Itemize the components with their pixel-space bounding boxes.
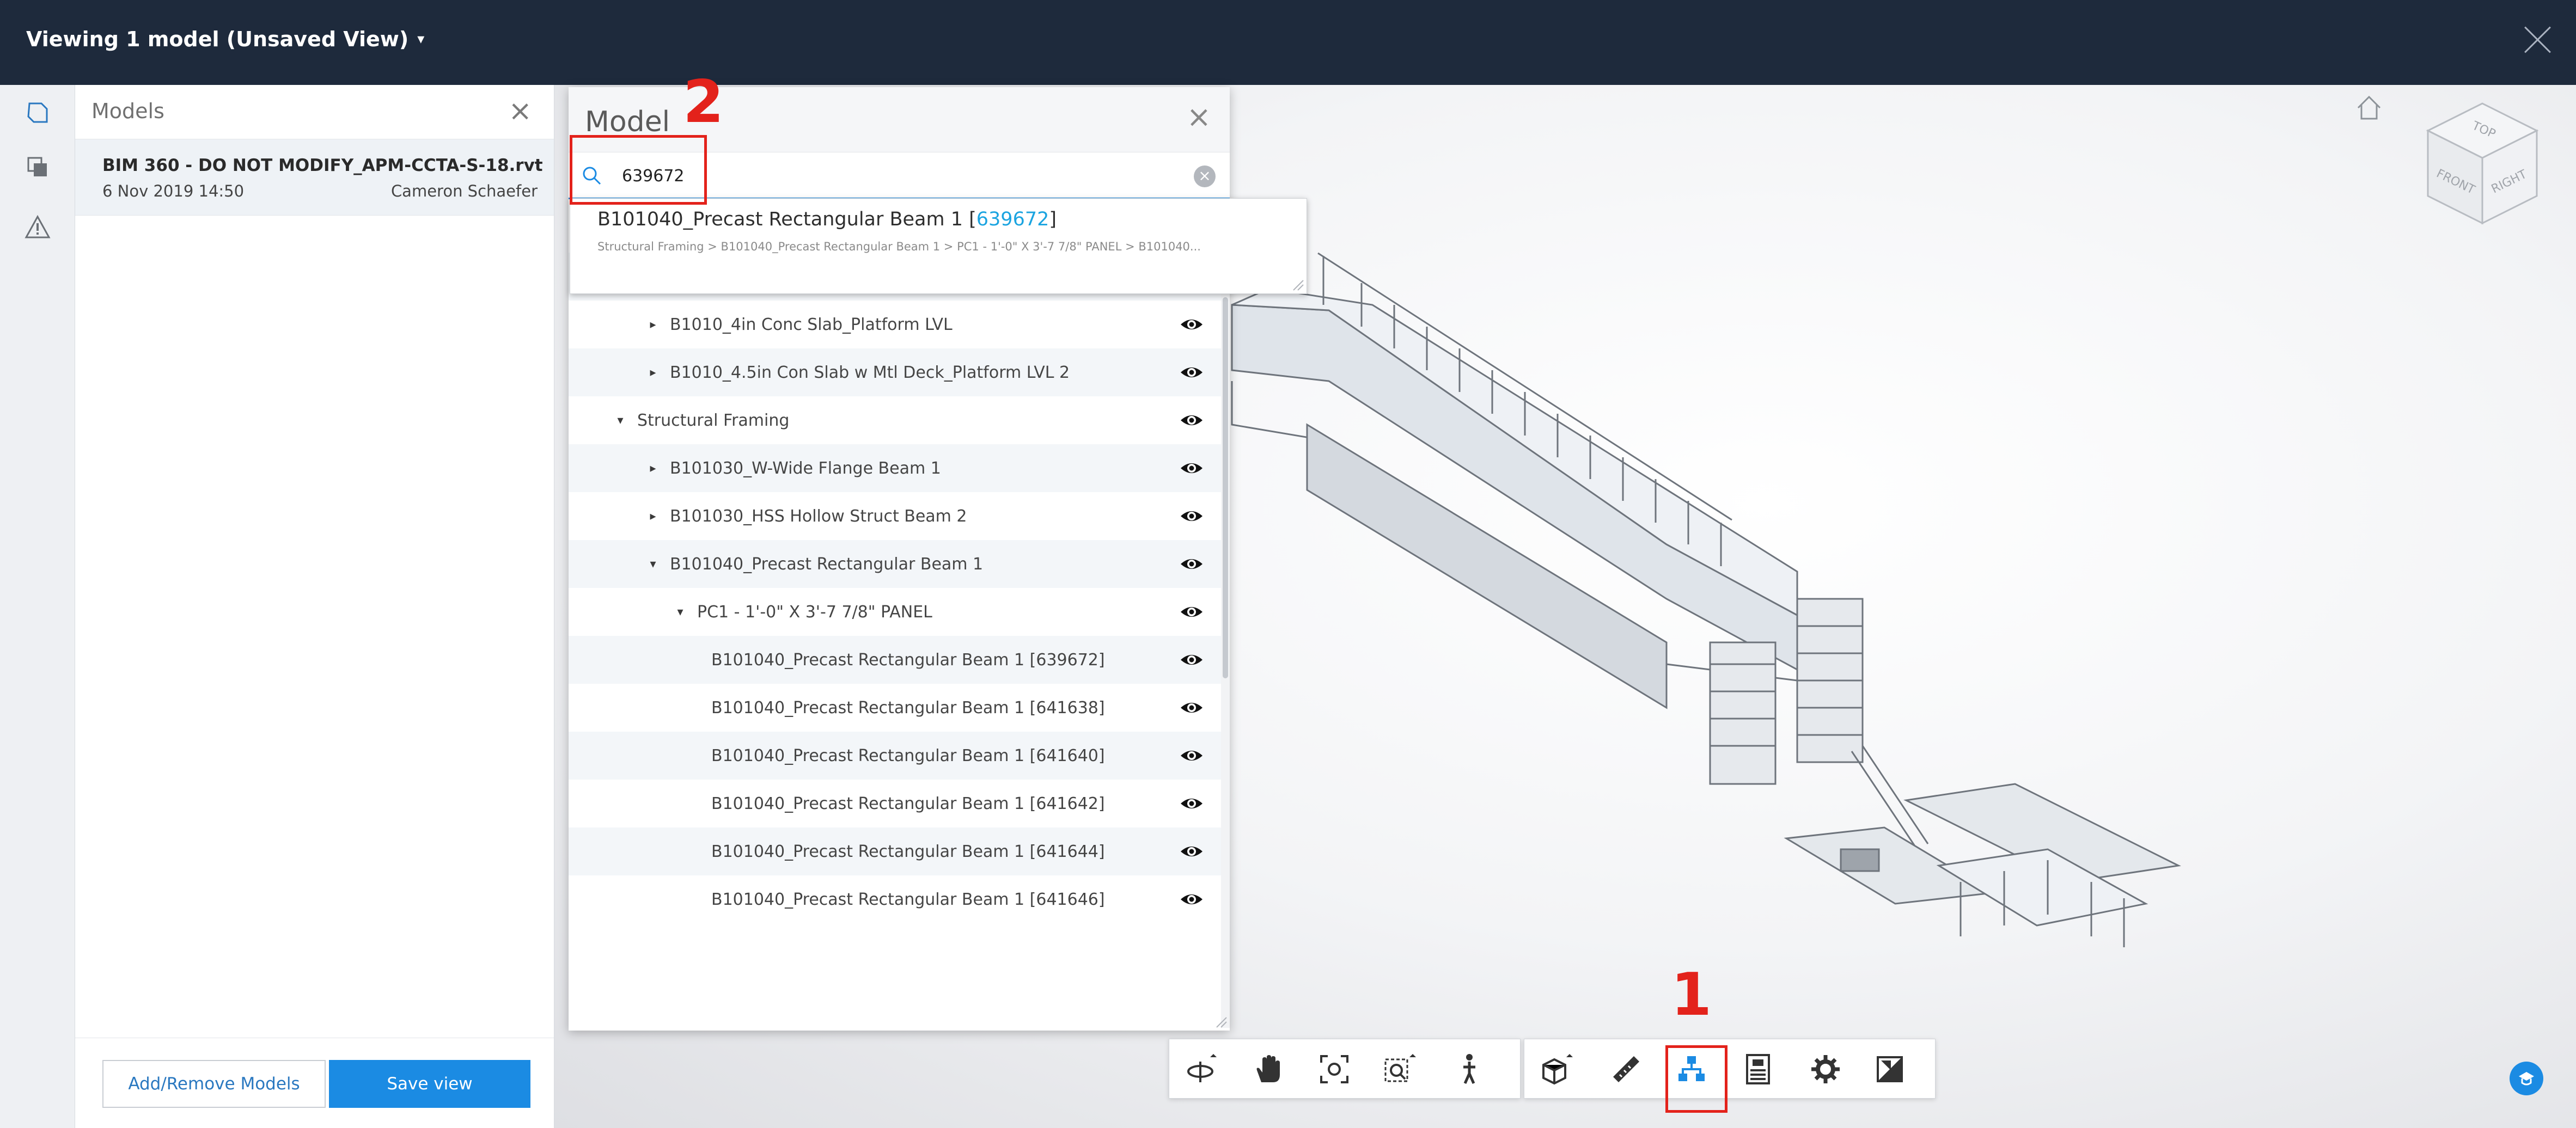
close-icon[interactable]: × (1187, 102, 1211, 132)
fit-view-icon[interactable] (1315, 1050, 1353, 1088)
expand-arrow-icon[interactable]: ▸ (645, 318, 661, 332)
visibility-eye-icon[interactable] (1180, 650, 1204, 670)
search-results-dropdown: B101040_Precast Rectangular Beam 1 [6396… (570, 198, 1307, 294)
tree-row[interactable]: B101040_Precast Rectangular Beam 1 [6416… (569, 875, 1221, 923)
orbit-icon[interactable] (1182, 1050, 1220, 1088)
visibility-eye-icon[interactable] (1180, 602, 1204, 622)
tools-toolbar (1524, 1039, 1936, 1099)
first-person-icon[interactable] (1450, 1050, 1488, 1088)
view-title: Viewing 1 model (Unsaved View) (26, 27, 409, 51)
expand-arrow-icon[interactable]: ▸ (645, 462, 661, 475)
tree-row-label: B101040_Precast Rectangular Beam 1 [6416… (711, 746, 1105, 765)
tree-row[interactable]: B101040_Precast Rectangular Beam 1 [6416… (569, 684, 1221, 732)
tree-row[interactable]: B101040_Precast Rectangular Beam 1 [6416… (569, 732, 1221, 780)
collapse-arrow-icon[interactable]: ▾ (672, 605, 688, 619)
model-date: 6 Nov 2019 14:50 (102, 182, 245, 200)
resize-handle-icon[interactable] (1216, 1016, 1228, 1028)
left-rail (0, 85, 75, 1128)
view-selector[interactable]: Viewing 1 model (Unsaved View) ▾ (26, 27, 424, 51)
model-file-name: BIM 360 - DO NOT MODIFY_APM-CCTA-S-18.rv… (102, 156, 543, 175)
annotation-number-1: 1 (1671, 961, 1712, 1029)
tree-row[interactable]: B101040_Precast Rectangular Beam 1 [6416… (569, 827, 1221, 875)
tree-row[interactable]: ▸ B101030_HSS Hollow Struct Beam 2 (569, 492, 1221, 540)
help-icon[interactable] (2510, 1062, 2543, 1095)
tree-row[interactable]: ▾ PC1 - 1'-0" X 3'-7 7/8" PANEL (569, 588, 1221, 636)
model-tree: ▸B1010_4 1/2in Conc Slab_Platform LVL▸B1… (569, 199, 1221, 1028)
search-result-item[interactable]: B101040_Precast Rectangular Beam 1 [6396… (570, 199, 1307, 293)
tree-row-label: B1010_4.5in Con Slab w Mtl Deck_Platform… (670, 363, 1070, 382)
tree-row-label: B1010_4in Conc Slab_Platform LVL (670, 315, 953, 334)
resize-handle-icon[interactable] (1292, 279, 1304, 291)
close-icon[interactable] (2522, 23, 2554, 56)
visibility-eye-icon[interactable] (1180, 554, 1204, 574)
highlight-box-model-browser (1665, 1045, 1727, 1113)
tree-row-label: B101040_Precast Rectangular Beam 1 [6416… (711, 890, 1105, 909)
add-remove-models-button[interactable]: Add/Remove Models (102, 1060, 326, 1108)
tree-row[interactable]: B101040_Precast Rectangular Beam 1 [6396… (569, 636, 1221, 684)
tree-row-label: Structural Framing (637, 410, 790, 430)
highlight-box-search (570, 135, 707, 205)
viewcube[interactable]: TOP FRONT RIGHT (2417, 93, 2548, 234)
collapse-arrow-icon[interactable]: ▾ (612, 414, 628, 427)
tree-row-label: B101030_HSS Hollow Struct Beam 2 (670, 506, 967, 526)
tree-row-label: B101040_Precast Rectangular Beam 1 [6416… (711, 794, 1105, 813)
models-icon[interactable] (19, 94, 57, 132)
visibility-eye-icon[interactable] (1180, 458, 1204, 478)
layers-icon[interactable] (19, 148, 57, 186)
tree-row[interactable]: ▸ B1010_4.5in Con Slab w Mtl Deck_Platfor… (569, 348, 1221, 396)
scrollbar-thumb[interactable] (1223, 297, 1228, 678)
settings-icon[interactable] (1806, 1050, 1845, 1088)
tree-row-label: B101030_W-Wide Flange Beam 1 (670, 458, 941, 478)
visibility-eye-icon[interactable] (1180, 794, 1204, 813)
model-author: Cameron Schaefer (390, 182, 538, 200)
expand-arrow-icon[interactable]: ▸ (645, 366, 661, 379)
search-result-title: B101040_Precast Rectangular Beam 1 [6396… (597, 209, 1057, 230)
properties-icon[interactable] (1739, 1050, 1777, 1088)
expand-arrow-icon[interactable]: ▸ (645, 510, 661, 523)
tree-row-label: B101040_Precast Rectangular Beam 1 (670, 554, 984, 574)
clear-search-icon[interactable]: × (1194, 165, 1216, 187)
tree-row-label: PC1 - 1'-0" X 3'-7 7/8" PANEL (697, 602, 932, 622)
zoom-window-icon[interactable] (1381, 1050, 1419, 1088)
home-icon[interactable] (2353, 91, 2385, 124)
visibility-eye-icon[interactable] (1180, 842, 1204, 861)
search-result-match: 639672 (976, 209, 1049, 230)
tree-row[interactable]: ▾ Structural Framing (569, 396, 1221, 444)
models-panel-header: Models × (75, 85, 554, 139)
pan-icon[interactable] (1249, 1050, 1287, 1088)
top-bar: Viewing 1 model (Unsaved View) ▾ (0, 0, 2576, 85)
visibility-eye-icon[interactable] (1180, 315, 1204, 334)
models-panel-footer: Add/Remove Models Save view (75, 1038, 554, 1128)
tree-row[interactable]: ▾ B101040_Precast Rectangular Beam 1 (569, 540, 1221, 588)
search-result-path: Structural Framing > B101040_Precast Rec… (597, 240, 1201, 253)
models-panel-title: Models (91, 99, 164, 123)
collapse-arrow-icon[interactable]: ▾ (645, 557, 661, 571)
close-icon[interactable]: × (508, 97, 532, 125)
tree-row[interactable]: B101040_Precast Rectangular Beam 1 [6416… (569, 780, 1221, 827)
tree-row-label: B101040_Precast Rectangular Beam 1 [6416… (711, 842, 1105, 861)
tree-row-label: B101040_Precast Rectangular Beam 1 [6396… (711, 650, 1105, 670)
visibility-eye-icon[interactable] (1180, 410, 1204, 430)
models-panel: Models × BIM 360 - DO NOT MODIFY_APM-CCT… (75, 85, 554, 1128)
model-list-item[interactable]: BIM 360 - DO NOT MODIFY_APM-CCTA-S-18.rv… (75, 139, 554, 216)
save-view-button[interactable]: Save view (329, 1060, 530, 1108)
tree-row-label: B101040_Precast Rectangular Beam 1 [6416… (711, 698, 1105, 718)
annotation-number-2: 2 (683, 68, 724, 136)
visibility-eye-icon[interactable] (1180, 363, 1204, 382)
measure-icon[interactable] (1607, 1050, 1645, 1088)
tree-row[interactable]: ▸ B1010_4in Conc Slab_Platform LVL (569, 301, 1221, 348)
visibility-eye-icon[interactable] (1180, 890, 1204, 909)
visibility-eye-icon[interactable] (1180, 746, 1204, 765)
warning-icon[interactable] (19, 208, 57, 246)
tree-scrollbar[interactable] (1221, 199, 1230, 1028)
tree-row[interactable]: ▸ B101030_W-Wide Flange Beam 1 (569, 444, 1221, 492)
visibility-eye-icon[interactable] (1180, 698, 1204, 718)
model-browser-title: Model (585, 106, 670, 138)
visibility-eye-icon[interactable] (1180, 506, 1204, 526)
navigation-toolbar (1169, 1039, 1521, 1099)
chevron-down-icon: ▾ (417, 31, 425, 47)
section-box-icon[interactable] (1537, 1050, 1576, 1088)
fullscreen-icon[interactable] (1871, 1050, 1909, 1088)
